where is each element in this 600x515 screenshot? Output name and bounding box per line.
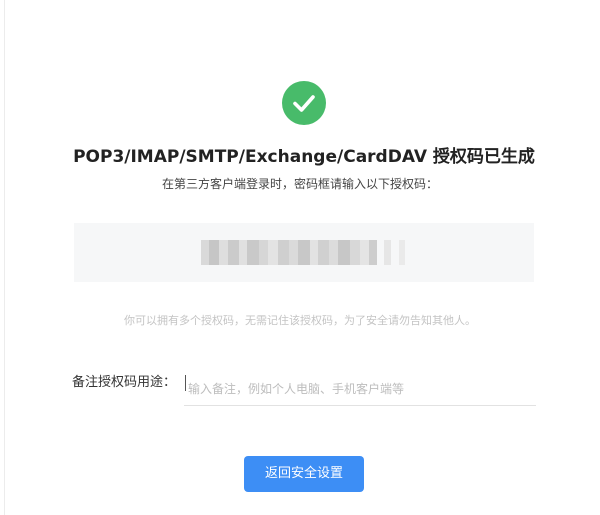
check-circle-icon	[282, 81, 326, 125]
auth-code-hint: 你可以拥有多个授权码，无需记住该授权码，为了安全请勿告知其他人。	[124, 314, 476, 327]
text-cursor	[185, 375, 186, 391]
page-title: POP3/IMAP/SMTP/Exchange/CardDAV 授权码已生成	[73, 147, 535, 167]
left-border	[4, 0, 5, 515]
remark-label: 备注授权码用途：	[72, 375, 177, 390]
back-to-security-settings-button[interactable]: 返回安全设置	[244, 456, 364, 492]
page-subtitle: 在第三方客户端登录时，密码框请输入以下授权码：	[161, 177, 438, 191]
remark-input[interactable]	[184, 372, 536, 406]
auth-code-generated-page: POP3/IMAP/SMTP/Exchange/CardDAV 授权码已生成 在…	[0, 0, 600, 515]
auth-code-value-blurred	[201, 240, 411, 265]
